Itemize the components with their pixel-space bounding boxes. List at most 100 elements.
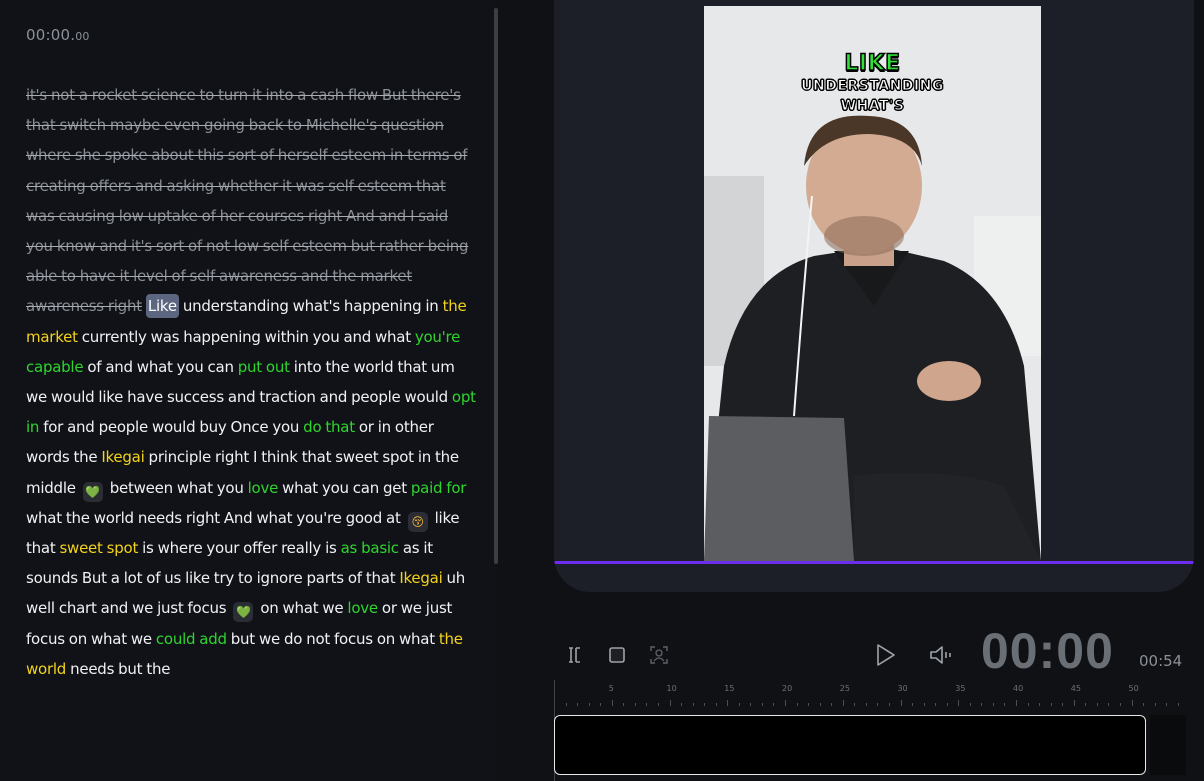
ruler-tick <box>773 703 775 706</box>
playhead-time: 00:00 <box>981 623 1114 679</box>
playback-progress-line[interactable] <box>554 561 1194 564</box>
ruler-tick <box>623 703 625 706</box>
ruler-tick <box>646 703 648 706</box>
ruler-tick <box>1085 703 1087 706</box>
total-duration: 00:54 <box>1139 652 1183 670</box>
current-word[interactable]: Like <box>145 294 179 319</box>
ruler-tick <box>1119 703 1121 706</box>
ruler-tick <box>877 703 879 706</box>
ruler-tick <box>1039 703 1041 706</box>
caption-line-2: UNDERSTANDING <box>801 78 944 95</box>
ruler-tick-label: 15 <box>724 684 735 693</box>
ruler-tick <box>657 703 659 706</box>
highlight-phrase[interactable]: could add <box>156 630 227 648</box>
ruler-tick <box>565 703 567 706</box>
ruler-tick <box>634 703 636 706</box>
ruler-tick <box>727 700 729 706</box>
ruler-tick-label: 30 <box>897 684 908 693</box>
ruler-tick-label: 5 <box>608 684 614 693</box>
ruler-tick <box>669 700 671 706</box>
ruler-tick <box>785 700 786 706</box>
ruler-tick <box>761 703 763 706</box>
kissing-face-emoji-icon[interactable]: 😚 <box>407 511 428 532</box>
transcript-segment[interactable]: on what we <box>256 599 347 617</box>
transcript-segment[interactable]: what you can get <box>278 479 411 497</box>
highlight-phrase[interactable]: love <box>347 599 378 617</box>
ruler-tick <box>1096 703 1098 706</box>
transcript-segment[interactable]: for and people would buy Once you <box>39 418 303 436</box>
ruler-tick <box>704 703 706 706</box>
ruler-tick <box>681 703 683 706</box>
timeline-ruler[interactable]: 5 10 15 20 25 30 35 40 45 50 <box>554 680 1204 706</box>
caption-word-highlight: LIKE <box>844 50 901 77</box>
removed-text[interactable]: it's not a rocket science to turn it int… <box>26 86 469 315</box>
ruler-tick <box>1143 703 1145 706</box>
ruler-tick <box>888 703 890 706</box>
transcript-segment[interactable]: understanding what's happening in <box>179 297 443 315</box>
highlight-phrase[interactable]: put out <box>238 358 290 376</box>
highlight-phrase[interactable]: love <box>248 479 279 497</box>
ruler-tick <box>958 700 960 706</box>
ruler-tick-label: 35 <box>955 684 966 693</box>
transcript-segment[interactable]: what the world needs right And what you'… <box>26 509 405 527</box>
transcript-segment[interactable]: between what you <box>106 479 248 497</box>
ruler-tick <box>981 703 983 706</box>
transcript-segment[interactable]: needs but the <box>66 660 170 678</box>
trim-icon[interactable] <box>566 646 582 668</box>
highlight-phrase[interactable]: paid for <box>411 479 467 497</box>
transcript-segments: understanding what's happening in the ma… <box>26 297 476 677</box>
play-icon[interactable] <box>875 643 897 671</box>
video-preview: LIKE UNDERSTANDING WHAT'S <box>554 0 1194 592</box>
transcript-panel: 00:00.00 it's not a rocket science to tu… <box>0 0 496 781</box>
ruler-tick <box>923 703 925 706</box>
timeline-clip-end <box>1150 715 1186 775</box>
transcript-text[interactable]: it's not a rocket science to turn it int… <box>26 80 478 684</box>
face-track-icon[interactable] <box>649 645 669 669</box>
ruler-tick <box>1108 703 1110 706</box>
highlight-keyword[interactable]: Ikegai <box>101 448 144 466</box>
ruler-tick <box>1154 703 1156 706</box>
ruler-tick <box>831 703 833 706</box>
highlight-phrase[interactable]: as basic <box>341 539 399 557</box>
highlight-phrase[interactable]: do that <box>303 418 355 436</box>
ruler-tick <box>1177 703 1179 706</box>
ruler-tick <box>600 703 602 706</box>
ruler-tick-label: 40 <box>1013 684 1024 693</box>
ruler-tick <box>854 703 856 706</box>
ruler-tick <box>692 703 694 706</box>
video-frame[interactable]: LIKE UNDERSTANDING WHAT'S <box>704 6 1041 561</box>
ruler-tick-label: 10 <box>666 684 677 693</box>
ruler-tick <box>796 703 798 706</box>
ruler-tick <box>750 703 752 706</box>
highlight-keyword[interactable]: Ikegai <box>399 569 442 587</box>
ruler-tick <box>842 700 844 706</box>
ruler-tick <box>969 703 971 706</box>
stop-icon[interactable] <box>608 646 626 668</box>
ruler-tick <box>992 703 994 706</box>
ruler-tick <box>588 703 590 706</box>
ruler-tick <box>900 700 902 706</box>
green-heart-emoji-icon[interactable]: 💚 <box>82 481 103 502</box>
caption-line-3: WHAT'S <box>840 98 905 115</box>
highlight-keyword[interactable]: sweet spot <box>59 539 138 557</box>
ruler-tick <box>819 703 821 706</box>
transcript-segment[interactable]: is where your offer really is <box>138 539 341 557</box>
ruler-tick <box>1073 700 1075 706</box>
ruler-tick <box>935 703 937 706</box>
volume-icon[interactable] <box>929 644 955 670</box>
ruler-tick <box>912 703 914 706</box>
transcript-segment[interactable]: but we do not focus on what <box>227 630 439 648</box>
ruler-tick <box>865 703 867 706</box>
transcript-segment[interactable]: of and what you can <box>83 358 237 376</box>
ruler-tick <box>1050 703 1052 706</box>
ruler-tick-label: 20 <box>782 684 793 693</box>
timeline-clip[interactable] <box>554 715 1146 775</box>
ruler-tick <box>1166 703 1168 706</box>
green-heart-emoji-icon[interactable]: 💚 <box>233 602 254 623</box>
ruler-tick <box>715 703 717 706</box>
ruler-tick-label: 25 <box>839 684 850 693</box>
ruler-tick-label: 50 <box>1128 684 1139 693</box>
transcript-segment[interactable]: currently was happening within you and w… <box>78 328 415 346</box>
ruler-tick <box>1062 703 1064 706</box>
ruler-tick <box>946 703 948 706</box>
